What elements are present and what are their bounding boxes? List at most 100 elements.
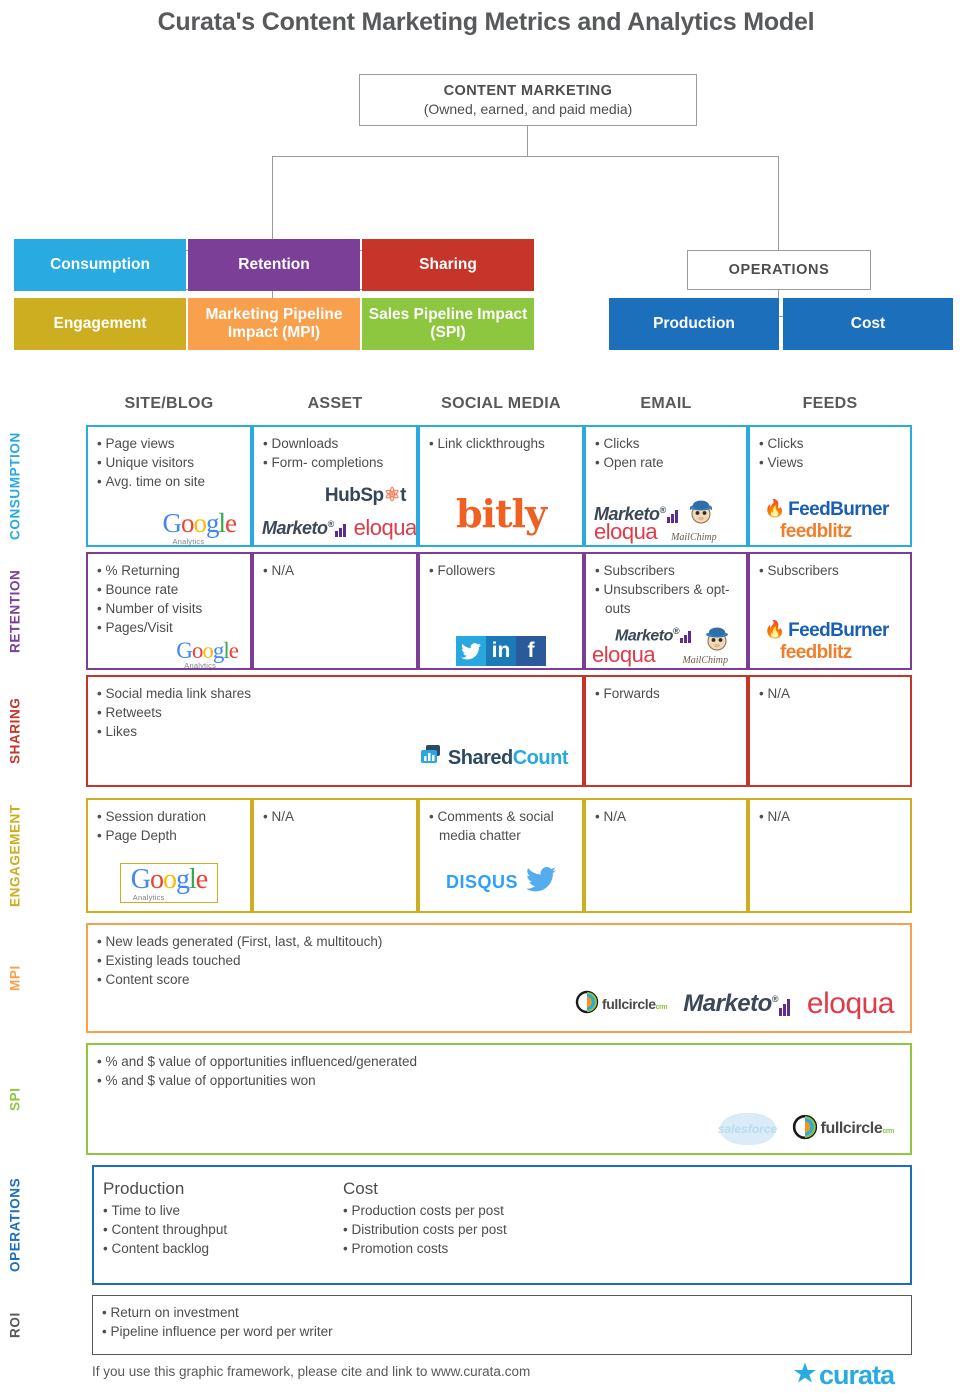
- metric-item: Comments & social media chatter: [429, 807, 574, 845]
- connector-root-down: [527, 126, 528, 156]
- google-analytics-logo: Google Analytics: [176, 638, 239, 670]
- google-analytics-sublabel: Analytics: [172, 536, 205, 546]
- chip-spi-label: Sales Pipeline Impact (SPI): [368, 305, 528, 341]
- metric-item: Page views: [97, 434, 242, 453]
- metric-item: Content score: [97, 970, 902, 989]
- fullcircle-crm: crm: [882, 1128, 894, 1135]
- metric-item: % and $ value of opportunities won: [97, 1071, 902, 1090]
- cell-spi-full: % and $ value of opportunities influence…: [86, 1043, 912, 1155]
- disqus-logo: DISQUS: [445, 872, 518, 892]
- sharedcount-text-a: Shared: [447, 746, 513, 769]
- eloqua-logo: eloqua: [594, 519, 658, 544]
- metric-item: Link clickthroughs: [429, 434, 574, 453]
- metric-item: Content backlog: [103, 1239, 283, 1258]
- row-label-roi: ROI: [7, 1312, 23, 1338]
- hubspot-logo: HubSp⚛t: [324, 485, 407, 506]
- marketo-bars-icon: [778, 992, 791, 1016]
- marketo-text: Marketo: [683, 990, 772, 1017]
- chip-sharing-label: Sharing: [419, 255, 477, 273]
- connector-horizontal: [272, 156, 779, 157]
- chip-spi[interactable]: Sales Pipeline Impact (SPI): [362, 298, 534, 350]
- metric-item: Subscribers: [595, 561, 738, 580]
- chip-sharing[interactable]: Sharing: [362, 239, 534, 291]
- cell-retention-asset: N/A: [252, 552, 418, 670]
- row-label-retention: RETENTION: [7, 569, 23, 653]
- node-content-marketing: CONTENT MARKETING (Owned, earned, and pa…: [359, 74, 697, 126]
- cell-engagement-email: N/A: [584, 798, 748, 913]
- chip-production-label: Production: [653, 314, 735, 332]
- page-title: Curata's Content Marketing Metrics and A…: [157, 8, 815, 36]
- chip-engagement[interactable]: Engagement: [14, 298, 186, 350]
- metric-item: Production costs per post: [343, 1201, 507, 1220]
- chip-cost[interactable]: Cost: [783, 298, 953, 350]
- chip-retention[interactable]: Retention: [188, 239, 360, 291]
- node-operations: OPERATIONS: [687, 250, 871, 290]
- marketo-text: Marketo: [262, 518, 328, 538]
- metric-item: Unsubscribers & opt-outs: [595, 580, 738, 618]
- row-label-consumption: CONSUMPTION: [7, 432, 23, 540]
- cell-sharing-site-asset-social: Social media link shares Retweets Likes …: [86, 675, 584, 787]
- metric-item: Promotion costs: [343, 1239, 507, 1258]
- metric-item: Downloads: [263, 434, 408, 453]
- column-header-email: EMAIL: [640, 395, 692, 412]
- cell-consumption-social: Link clickthroughs bitly: [418, 425, 584, 547]
- metric-item: N/A: [595, 807, 738, 826]
- cell-consumption-site-blog: Page views Unique visitors Avg. time on …: [86, 425, 252, 547]
- metric-item: Clicks: [759, 434, 902, 453]
- metric-item: Distribution costs per post: [343, 1220, 506, 1239]
- marketo-logo: Marketo®: [683, 992, 791, 1016]
- chip-engagement-label: Engagement: [53, 314, 147, 332]
- metric-item: Forwards: [595, 684, 738, 703]
- cell-retention-social: Followers in f: [418, 552, 584, 670]
- sharedcount-text-b: Count: [512, 746, 569, 769]
- metric-item: Open rate: [595, 453, 738, 472]
- cell-consumption-email: Clicks Open rate Marketo® eloqua MailChi…: [584, 425, 748, 547]
- metric-item: Pages/Visit: [97, 618, 242, 637]
- column-header-site-blog: SITE/BLOG: [124, 395, 214, 412]
- node-operations-label: OPERATIONS: [728, 262, 830, 278]
- hubspot-text-a: HubSp: [324, 485, 384, 506]
- chip-production[interactable]: Production: [609, 298, 779, 350]
- cell-mpi-full: New leads generated (First, last, & mult…: [86, 923, 912, 1033]
- chip-consumption[interactable]: Consumption: [14, 239, 186, 291]
- mailchimp-monkey-icon: [686, 497, 716, 524]
- feedburner-logo: FeedBurner: [788, 498, 889, 520]
- operations-cost-heading: Cost: [343, 1179, 378, 1198]
- cell-sharing-feeds: N/A: [748, 675, 912, 787]
- row-label-engagement: ENGAGEMENT: [7, 804, 23, 907]
- metric-item: Likes: [97, 722, 574, 741]
- chip-retention-label: Retention: [238, 255, 310, 273]
- metric-item: Page Depth: [97, 826, 242, 845]
- mailchimp-monkey-icon: [702, 624, 732, 651]
- feedburner-logo: FeedBurner: [788, 619, 889, 641]
- chip-mpi[interactable]: Marketing Pipeline Impact (MPI): [188, 298, 360, 350]
- cell-roi-full: Return on investment Pipeline influence …: [92, 1295, 912, 1355]
- feedblitz-logo: feedblitz: [780, 642, 852, 663]
- column-header-social: SOCIAL MEDIA: [441, 395, 561, 412]
- metric-item: Pipeline influence per word per writer: [102, 1322, 903, 1341]
- chip-consumption-label: Consumption: [50, 255, 150, 273]
- metric-item: Clicks: [595, 434, 738, 453]
- connector-operations-down: [778, 156, 779, 250]
- cell-consumption-asset: Downloads Form- completions HubSp⚛t Mark…: [252, 425, 418, 547]
- connector-performance-down: [272, 156, 273, 250]
- metric-item: Subscribers: [759, 561, 902, 580]
- hubspot-text-b: t: [400, 485, 406, 506]
- operations-group-production: Production Time to live Content throughp…: [103, 1179, 283, 1258]
- feedburner-flame-icon: 🔥: [764, 499, 786, 518]
- google-analytics-sublabel: Analytics: [184, 660, 217, 670]
- metric-item: Social media link shares: [97, 684, 574, 703]
- fullcircle-ring-icon: [575, 990, 599, 1019]
- metric-item: N/A: [759, 684, 902, 703]
- marketo-bars-icon: [334, 519, 347, 537]
- eloqua-logo: eloqua: [592, 642, 656, 667]
- metric-item: Unique visitors: [97, 453, 242, 472]
- fullcircle-text-a: full: [820, 1120, 844, 1137]
- fullcircle-ring-icon: [792, 1114, 818, 1145]
- metric-item: Content throughput: [103, 1220, 283, 1239]
- marketo-logo: Marketo®: [262, 519, 347, 537]
- row-label-sharing: SHARING: [7, 697, 23, 765]
- metric-item: N/A: [263, 807, 408, 826]
- star-icon: [793, 1361, 817, 1390]
- google-analytics-sublabel: Analytics: [132, 892, 165, 902]
